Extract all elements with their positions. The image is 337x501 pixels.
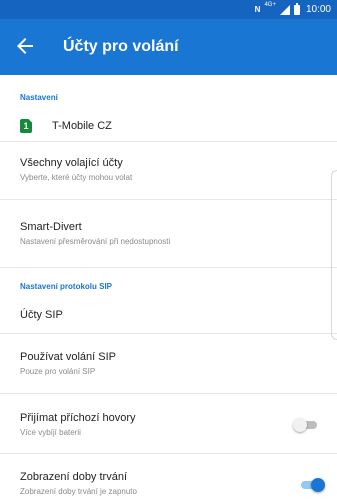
incoming-calls-toggle[interactable] bbox=[293, 418, 319, 432]
status-icons: N 4G+ 10:00 bbox=[255, 2, 331, 17]
incoming-calls-subtitle: Více vybíjí baterii bbox=[20, 428, 81, 437]
nfc-icon: N bbox=[254, 5, 261, 14]
use-sip-calling-row[interactable]: Používat volání SIP Pouze pro volání SIP bbox=[0, 333, 337, 390]
call-duration-row[interactable]: Zobrazení doby trvání Zobrazení doby trv… bbox=[0, 453, 337, 501]
use-sip-calling-title: Používat volání SIP bbox=[20, 351, 116, 363]
sim-card-icon: 1 bbox=[20, 119, 32, 133]
toggle-thumb bbox=[311, 478, 325, 492]
smart-divert-subtitle: Nastavení přesměrování při nedostupnosti bbox=[20, 237, 171, 246]
smart-divert-title: Smart-Divert bbox=[20, 221, 82, 233]
page-title: Účty pro volání bbox=[63, 38, 179, 55]
signal-icon bbox=[279, 4, 290, 15]
call-duration-subtitle: Zobrazení doby trvání je zapnuto bbox=[20, 487, 137, 496]
sim-account-label: T-Mobile CZ bbox=[52, 120, 112, 132]
clock: 10:00 bbox=[305, 4, 331, 15]
call-duration-toggle[interactable] bbox=[299, 478, 325, 492]
all-calling-accounts-title: Všechny volající účty bbox=[20, 157, 123, 169]
status-bar: N 4G+ 10:00 bbox=[0, 0, 337, 19]
sip-accounts-row[interactable]: Účty SIP bbox=[0, 297, 337, 329]
all-calling-accounts-subtitle: Vyberte, které účty mohou volat bbox=[20, 173, 133, 182]
all-calling-accounts-row[interactable]: Všechny volající účty Vyberte, které účt… bbox=[0, 141, 337, 198]
use-sip-calling-subtitle: Pouze pro volání SIP bbox=[20, 367, 96, 376]
network-type-icon: 4G+ bbox=[264, 2, 276, 8]
battery-icon bbox=[293, 2, 300, 15]
divider bbox=[0, 267, 337, 268]
smart-divert-row[interactable]: Smart-Divert Nastavení přesměrování při … bbox=[0, 199, 337, 256]
toggle-thumb bbox=[293, 418, 307, 432]
section-header-settings: Nastavení bbox=[20, 93, 58, 102]
sim-account-row[interactable]: 1 T-Mobile CZ bbox=[0, 111, 337, 139]
edge-panel-handle[interactable] bbox=[331, 170, 337, 340]
arrow-back-icon[interactable] bbox=[13, 34, 37, 58]
app-bar: Účty pro volání bbox=[0, 19, 337, 75]
incoming-calls-row[interactable]: Přijímat příchozí hovory Více vybíjí bat… bbox=[0, 393, 337, 450]
call-duration-title: Zobrazení doby trvání bbox=[20, 471, 128, 483]
sip-accounts-title: Účty SIP bbox=[20, 309, 63, 321]
section-header-sip: Nastavení protokolu SIP bbox=[20, 282, 113, 291]
settings-list: Nastavení 1 T-Mobile CZ Všechny volající… bbox=[0, 75, 337, 501]
incoming-calls-title: Přijímat příchozí hovory bbox=[20, 412, 136, 424]
